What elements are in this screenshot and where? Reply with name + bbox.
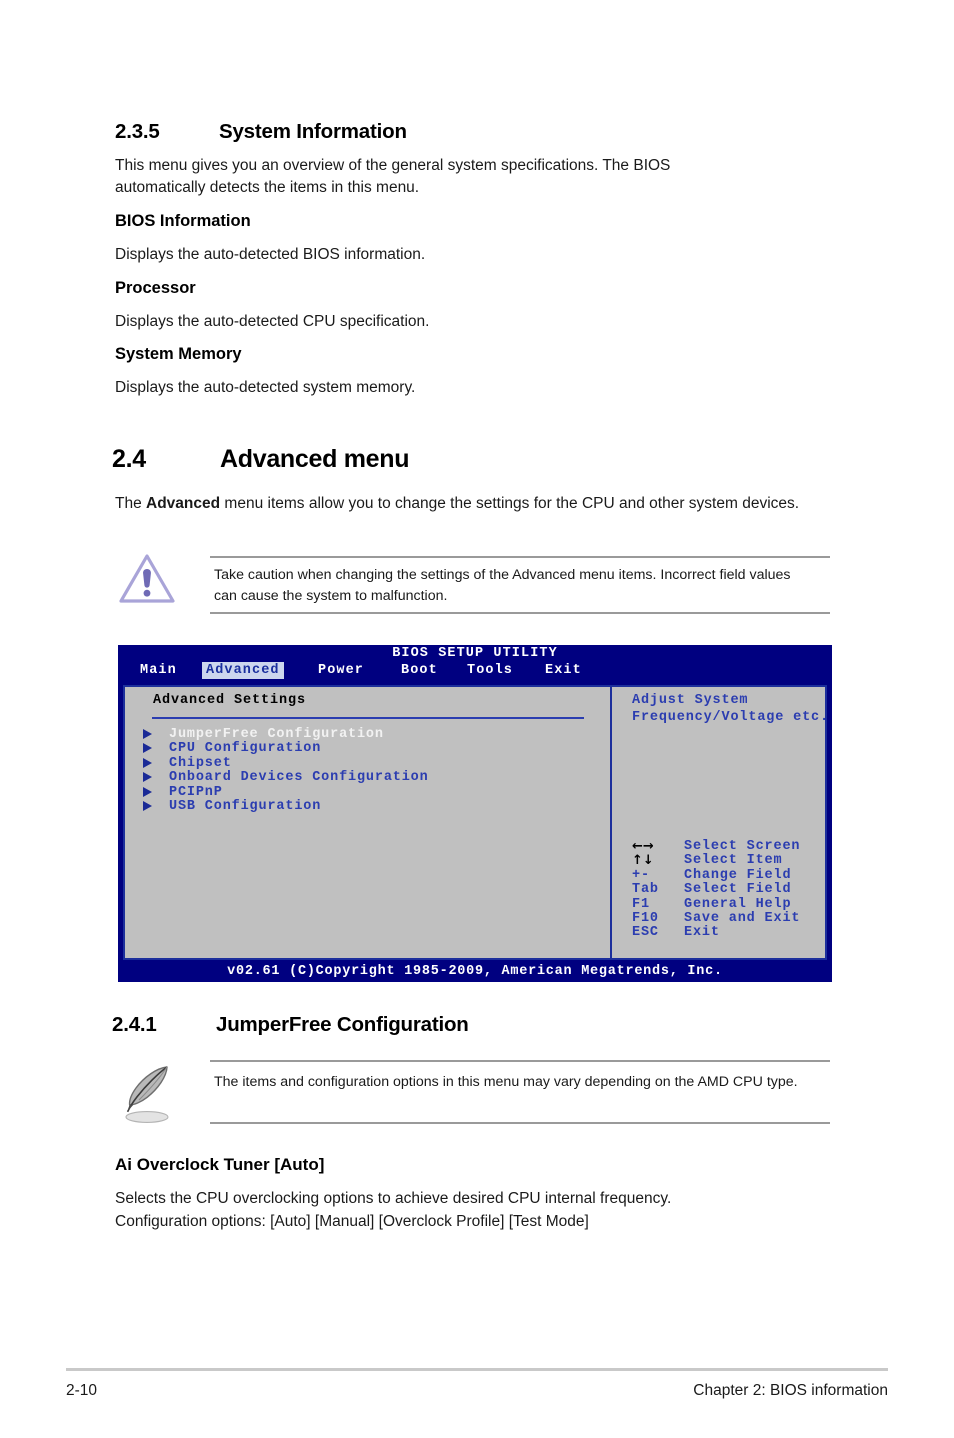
- bios-tab-power[interactable]: Power: [314, 662, 368, 679]
- section-235-intro: This menu gives you an overview of the g…: [115, 157, 671, 196]
- section-number-24: 2.4: [112, 445, 146, 473]
- footer-chapter-label: Chapter 2: BIOS information: [693, 1382, 888, 1399]
- item-description-line2: Configuration options: [Auto] [Manual] […: [115, 1213, 589, 1230]
- bios-menu-label: Chipset: [169, 755, 232, 771]
- bios-menu-label: CPU Configuration: [169, 741, 322, 757]
- bios-key-description: Save and Exit: [684, 910, 801, 926]
- bios-left-panel: Advanced Settings JumperFree Configurati…: [125, 687, 610, 958]
- bios-key-name: F1: [632, 896, 650, 912]
- intro-text-before: The: [115, 495, 147, 512]
- document-page: 2.3.5 System Information This menu gives …: [0, 0, 954, 1438]
- intro-text-bold: Advanced: [146, 495, 221, 512]
- bios-title: BIOS SETUP UTILITY: [392, 646, 558, 661]
- subsection-text-processor: Displays the auto-detected CPU specifica…: [115, 313, 430, 330]
- bios-panel-heading: Advanced Settings: [153, 693, 307, 708]
- bios-key-description: Select Item: [684, 853, 783, 869]
- bios-key-description: General Help: [684, 896, 792, 912]
- right-arrow-icon: [143, 772, 152, 783]
- bios-help-text: Adjust System Frequency/Voltage etc.: [632, 693, 829, 725]
- caution-rule-bottom: [210, 612, 830, 614]
- right-arrow-icon: [143, 800, 152, 811]
- bios-key-name: +-: [632, 867, 650, 883]
- bios-menu-label: USB Configuration: [169, 798, 322, 814]
- section-title-241: JumperFree Configuration: [216, 1013, 469, 1036]
- bios-menu-item-chipset[interactable]: Chipset: [137, 755, 597, 771]
- bios-key-name: Tab: [632, 882, 659, 898]
- bios-panel-heading-underline: [152, 717, 584, 719]
- bios-menu-item-cpu-configuration[interactable]: CPU Configuration: [137, 741, 597, 757]
- bios-menu-item-onboard-devices-configuration[interactable]: Onboard Devices Configuration: [137, 770, 597, 786]
- bios-menu-list: JumperFree Configuration CPU Configurati…: [137, 727, 597, 814]
- subsection-heading-processor: Processor: [115, 279, 196, 297]
- subsection-heading-bios-information: BIOS Information: [115, 212, 251, 230]
- subsection-text-system-memory: Displays the auto-detected system memory…: [115, 379, 416, 396]
- item-heading-ai-overclock-tuner: Ai Overclock Tuner [Auto]: [115, 1155, 325, 1174]
- caution-rule-top: [210, 556, 830, 558]
- bios-menu-item-jumperfree[interactable]: JumperFree Configuration: [137, 727, 597, 742]
- section-title-24: Advanced menu: [220, 445, 410, 473]
- note-rule-top: [210, 1060, 830, 1062]
- bios-tab-tools[interactable]: Tools: [463, 662, 517, 679]
- right-arrow-icon: [143, 786, 152, 797]
- caution-text: Take caution when changing the settings …: [214, 567, 791, 604]
- bios-key-name: F10: [632, 910, 659, 926]
- bios-tab-advanced[interactable]: Advanced: [202, 662, 284, 679]
- bios-right-panel: Adjust System Frequency/Voltage etc. ←→ …: [612, 687, 828, 958]
- subsection-heading-system-memory: System Memory: [115, 345, 242, 363]
- right-arrow-icon: [143, 729, 152, 739]
- section-24-intro: The Advanced menu items allow you to cha…: [115, 493, 825, 515]
- bios-menu-label: PCIPnP: [169, 784, 223, 800]
- section-heading-24: 2.4 Advanced menu: [112, 445, 410, 474]
- up-down-arrow-icon: ↑↓: [632, 853, 654, 869]
- bios-tab-bar: Main Advanced Power Boot Tools Exit: [118, 662, 832, 682]
- right-arrow-icon: [143, 757, 152, 768]
- subsection-text-bios-information: Displays the auto-detected BIOS informat…: [115, 246, 426, 263]
- bios-tab-exit[interactable]: Exit: [541, 662, 586, 679]
- bios-menu-item-usb-configuration[interactable]: USB Configuration: [137, 798, 597, 814]
- note-rule-bottom: [210, 1122, 830, 1124]
- bios-key-description: Select Screen: [684, 839, 801, 854]
- right-arrow-icon: [143, 743, 152, 754]
- bios-menu-item-pcipnp[interactable]: PCIPnP: [137, 784, 597, 800]
- quill-pen-icon: [117, 1063, 177, 1130]
- section-heading-241: 2.4.1 JumperFree Configuration: [112, 1013, 469, 1037]
- bios-tab-boot[interactable]: Boot: [397, 662, 442, 679]
- left-right-arrow-icon: ←→: [632, 839, 654, 854]
- note-text: The items and configuration options in t…: [214, 1074, 798, 1090]
- section-title-235: System Information: [219, 120, 407, 143]
- section-number-241: 2.4.1: [112, 1013, 157, 1036]
- section-number-235: 2.3.5: [115, 120, 160, 143]
- bios-key-description: Select Field: [684, 882, 792, 898]
- page-number: 2-10: [66, 1382, 98, 1399]
- bios-key-description: Exit: [684, 925, 720, 941]
- bios-copyright-footer: v02.61 (C)Copyright 1985-2009, American …: [227, 964, 723, 979]
- bios-menu-label: JumperFree Configuration: [169, 727, 384, 742]
- warning-triangle-icon: [118, 552, 176, 611]
- bios-tab-main[interactable]: Main: [136, 662, 181, 679]
- bios-key-name: ESC: [632, 925, 659, 941]
- item-description-line1: Selects the CPU overclocking options to …: [115, 1190, 672, 1207]
- section-heading-235: 2.3.5 System Information: [115, 120, 407, 144]
- footer-divider: [66, 1368, 888, 1371]
- bios-menu-label: Onboard Devices Configuration: [169, 770, 429, 786]
- bios-key-description: Change Field: [684, 867, 792, 883]
- bios-content-area: Advanced Settings JumperFree Configurati…: [123, 685, 828, 960]
- bios-setup-screenshot: BIOS SETUP UTILITY Main Advanced Power B…: [118, 645, 832, 982]
- intro-text-after: menu items allow you to change the setti…: [220, 495, 800, 512]
